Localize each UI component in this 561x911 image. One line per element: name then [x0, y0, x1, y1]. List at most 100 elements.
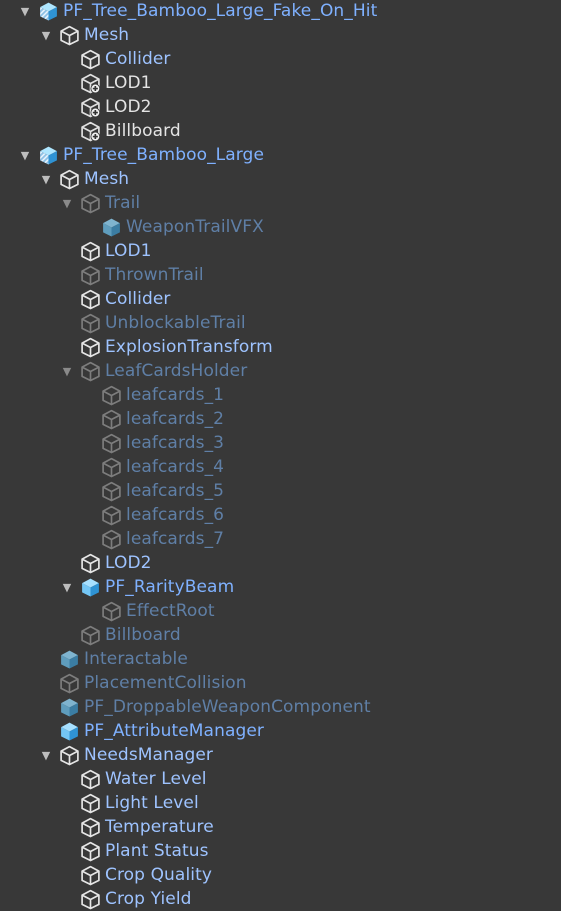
foldout-spacer — [60, 119, 74, 143]
foldout-spacer — [60, 311, 74, 335]
gameobject-inactive-icon — [101, 505, 122, 526]
foldout-arrow-down-icon[interactable]: ▼ — [60, 359, 74, 383]
hierarchy-row[interactable]: Temperature — [0, 815, 561, 839]
gameobject-inactive-icon — [101, 385, 122, 406]
foldout-spacer — [39, 647, 53, 671]
gameobject-icon — [59, 745, 80, 766]
gameobject-icon — [80, 241, 101, 262]
hierarchy-row[interactable]: LOD2 — [0, 551, 561, 575]
hierarchy-row[interactable]: Crop Yield — [0, 887, 561, 911]
gameobject-inactive-icon — [101, 433, 122, 454]
hierarchy-item-label: leafcards_7 — [126, 529, 225, 549]
foldout-arrow-down-icon[interactable]: ▼ — [39, 167, 53, 191]
hierarchy-row[interactable]: Plant Status — [0, 839, 561, 863]
foldout-arrow-down-icon[interactable]: ▼ — [60, 575, 74, 599]
foldout-spacer — [60, 887, 74, 911]
hierarchy-row[interactable]: ▼ Mesh — [0, 167, 561, 191]
gameobject-icon — [80, 817, 101, 838]
foldout-spacer — [81, 407, 95, 431]
hierarchy-row[interactable]: PF_DroppableWeaponComponent — [0, 695, 561, 719]
gameobject-icon — [59, 25, 80, 46]
hierarchy-row[interactable]: leafcards_2 — [0, 407, 561, 431]
hierarchy-row[interactable]: ▼ NeedsManager — [0, 743, 561, 767]
hierarchy-item-label: Light Level — [105, 793, 199, 813]
hierarchy-row[interactable]: Water Level — [0, 767, 561, 791]
foldout-arrow-down-icon[interactable]: ▼ — [18, 143, 32, 167]
hierarchy-row[interactable]: Collider — [0, 287, 561, 311]
hierarchy-row[interactable]: Billboard — [0, 623, 561, 647]
hierarchy-row[interactable]: Crop Quality — [0, 863, 561, 887]
hierarchy-item-label: Billboard — [105, 625, 181, 645]
hierarchy-row[interactable]: UnblockableTrail — [0, 311, 561, 335]
hierarchy-row[interactable]: ▼ PF_RarityBeam — [0, 575, 561, 599]
foldout-spacer — [81, 215, 95, 239]
hierarchy-item-label: LOD1 — [105, 241, 152, 261]
foldout-arrow-down-icon[interactable]: ▼ — [18, 0, 32, 23]
foldout-spacer — [60, 47, 74, 71]
hierarchy-row[interactable]: ▼ PF_Tree_Bamboo_Large_Fake_On_Hit — [0, 0, 561, 23]
hierarchy-item-label: LeafCardsHolder — [105, 361, 248, 381]
hierarchy-item-label: EffectRoot — [126, 601, 215, 621]
hierarchy-row[interactable]: leafcards_7 — [0, 527, 561, 551]
foldout-arrow-down-icon[interactable]: ▼ — [60, 191, 74, 215]
foldout-spacer — [60, 263, 74, 287]
gameobject-inactive-icon — [80, 193, 101, 214]
gameobject-icon — [80, 553, 101, 574]
hierarchy-row[interactable]: leafcards_6 — [0, 503, 561, 527]
hierarchy-row[interactable]: ▼ Trail — [0, 191, 561, 215]
hierarchy-row[interactable]: leafcards_5 — [0, 479, 561, 503]
foldout-spacer — [60, 791, 74, 815]
hierarchy-item-label: PF_AttributeManager — [84, 721, 265, 741]
hierarchy-item-label: UnblockableTrail — [105, 313, 246, 333]
foldout-arrow-down-icon[interactable]: ▼ — [39, 23, 53, 47]
hierarchy-item-label: Plant Status — [105, 841, 209, 861]
hierarchy-row[interactable]: ▼ LeafCardsHolder — [0, 359, 561, 383]
hierarchy-row[interactable]: leafcards_4 — [0, 455, 561, 479]
foldout-arrow-down-icon[interactable]: ▼ — [39, 743, 53, 767]
hierarchy-item-label: PF_Tree_Bamboo_Large_Fake_On_Hit — [63, 1, 378, 21]
gameobject-inactive-icon — [59, 673, 80, 694]
hierarchy-item-label: Trail — [105, 193, 141, 213]
hierarchy-row[interactable]: WeaponTrailVFX — [0, 215, 561, 239]
hierarchy-row[interactable]: leafcards_3 — [0, 431, 561, 455]
hierarchy-row[interactable]: leafcards_1 — [0, 383, 561, 407]
hierarchy-item-label: LOD2 — [105, 553, 152, 573]
foldout-spacer — [60, 839, 74, 863]
gameobject-inactive-icon — [101, 457, 122, 478]
hierarchy-item-label: leafcards_5 — [126, 481, 225, 501]
hierarchy-item-label: leafcards_1 — [126, 385, 225, 405]
foldout-spacer — [60, 767, 74, 791]
hierarchy-row[interactable]: LOD2 — [0, 95, 561, 119]
hierarchy-row[interactable]: Collider — [0, 47, 561, 71]
foldout-spacer — [81, 527, 95, 551]
gameobject-inactive-icon — [101, 481, 122, 502]
hierarchy-item-label: PlacementCollision — [84, 673, 247, 693]
gameobject-inactive-icon — [101, 601, 122, 622]
hierarchy-row[interactable]: EffectRoot — [0, 599, 561, 623]
hierarchy-row[interactable]: PlacementCollision — [0, 671, 561, 695]
foldout-spacer — [81, 599, 95, 623]
hierarchy-row[interactable]: ▼ PF_Tree_Bamboo_Large — [0, 143, 561, 167]
gameobject-icon — [59, 169, 80, 190]
gameobject-icon — [80, 289, 101, 310]
gameobject-icon — [80, 889, 101, 910]
hierarchy-row[interactable]: Billboard — [0, 119, 561, 143]
hierarchy-row[interactable]: ThrownTrail — [0, 263, 561, 287]
gameobject-added-icon — [80, 73, 101, 94]
foldout-spacer — [60, 623, 74, 647]
hierarchy-item-label: Collider — [105, 49, 171, 69]
prefab-inactive-icon — [59, 649, 80, 670]
foldout-spacer — [60, 71, 74, 95]
hierarchy-row[interactable]: LOD1 — [0, 239, 561, 263]
hierarchy-row[interactable]: Interactable — [0, 647, 561, 671]
hierarchy-row[interactable]: LOD1 — [0, 71, 561, 95]
hierarchy-row[interactable]: ExplosionTransform — [0, 335, 561, 359]
hierarchy-row[interactable]: ▼ Mesh — [0, 23, 561, 47]
hierarchy-row[interactable]: Light Level — [0, 791, 561, 815]
foldout-spacer — [81, 431, 95, 455]
hierarchy-row[interactable]: PF_AttributeManager — [0, 719, 561, 743]
hierarchy-item-label: leafcards_4 — [126, 457, 225, 477]
foldout-spacer — [81, 383, 95, 407]
hierarchy-item-label: Interactable — [84, 649, 188, 669]
hierarchy-item-label: Collider — [105, 289, 171, 309]
